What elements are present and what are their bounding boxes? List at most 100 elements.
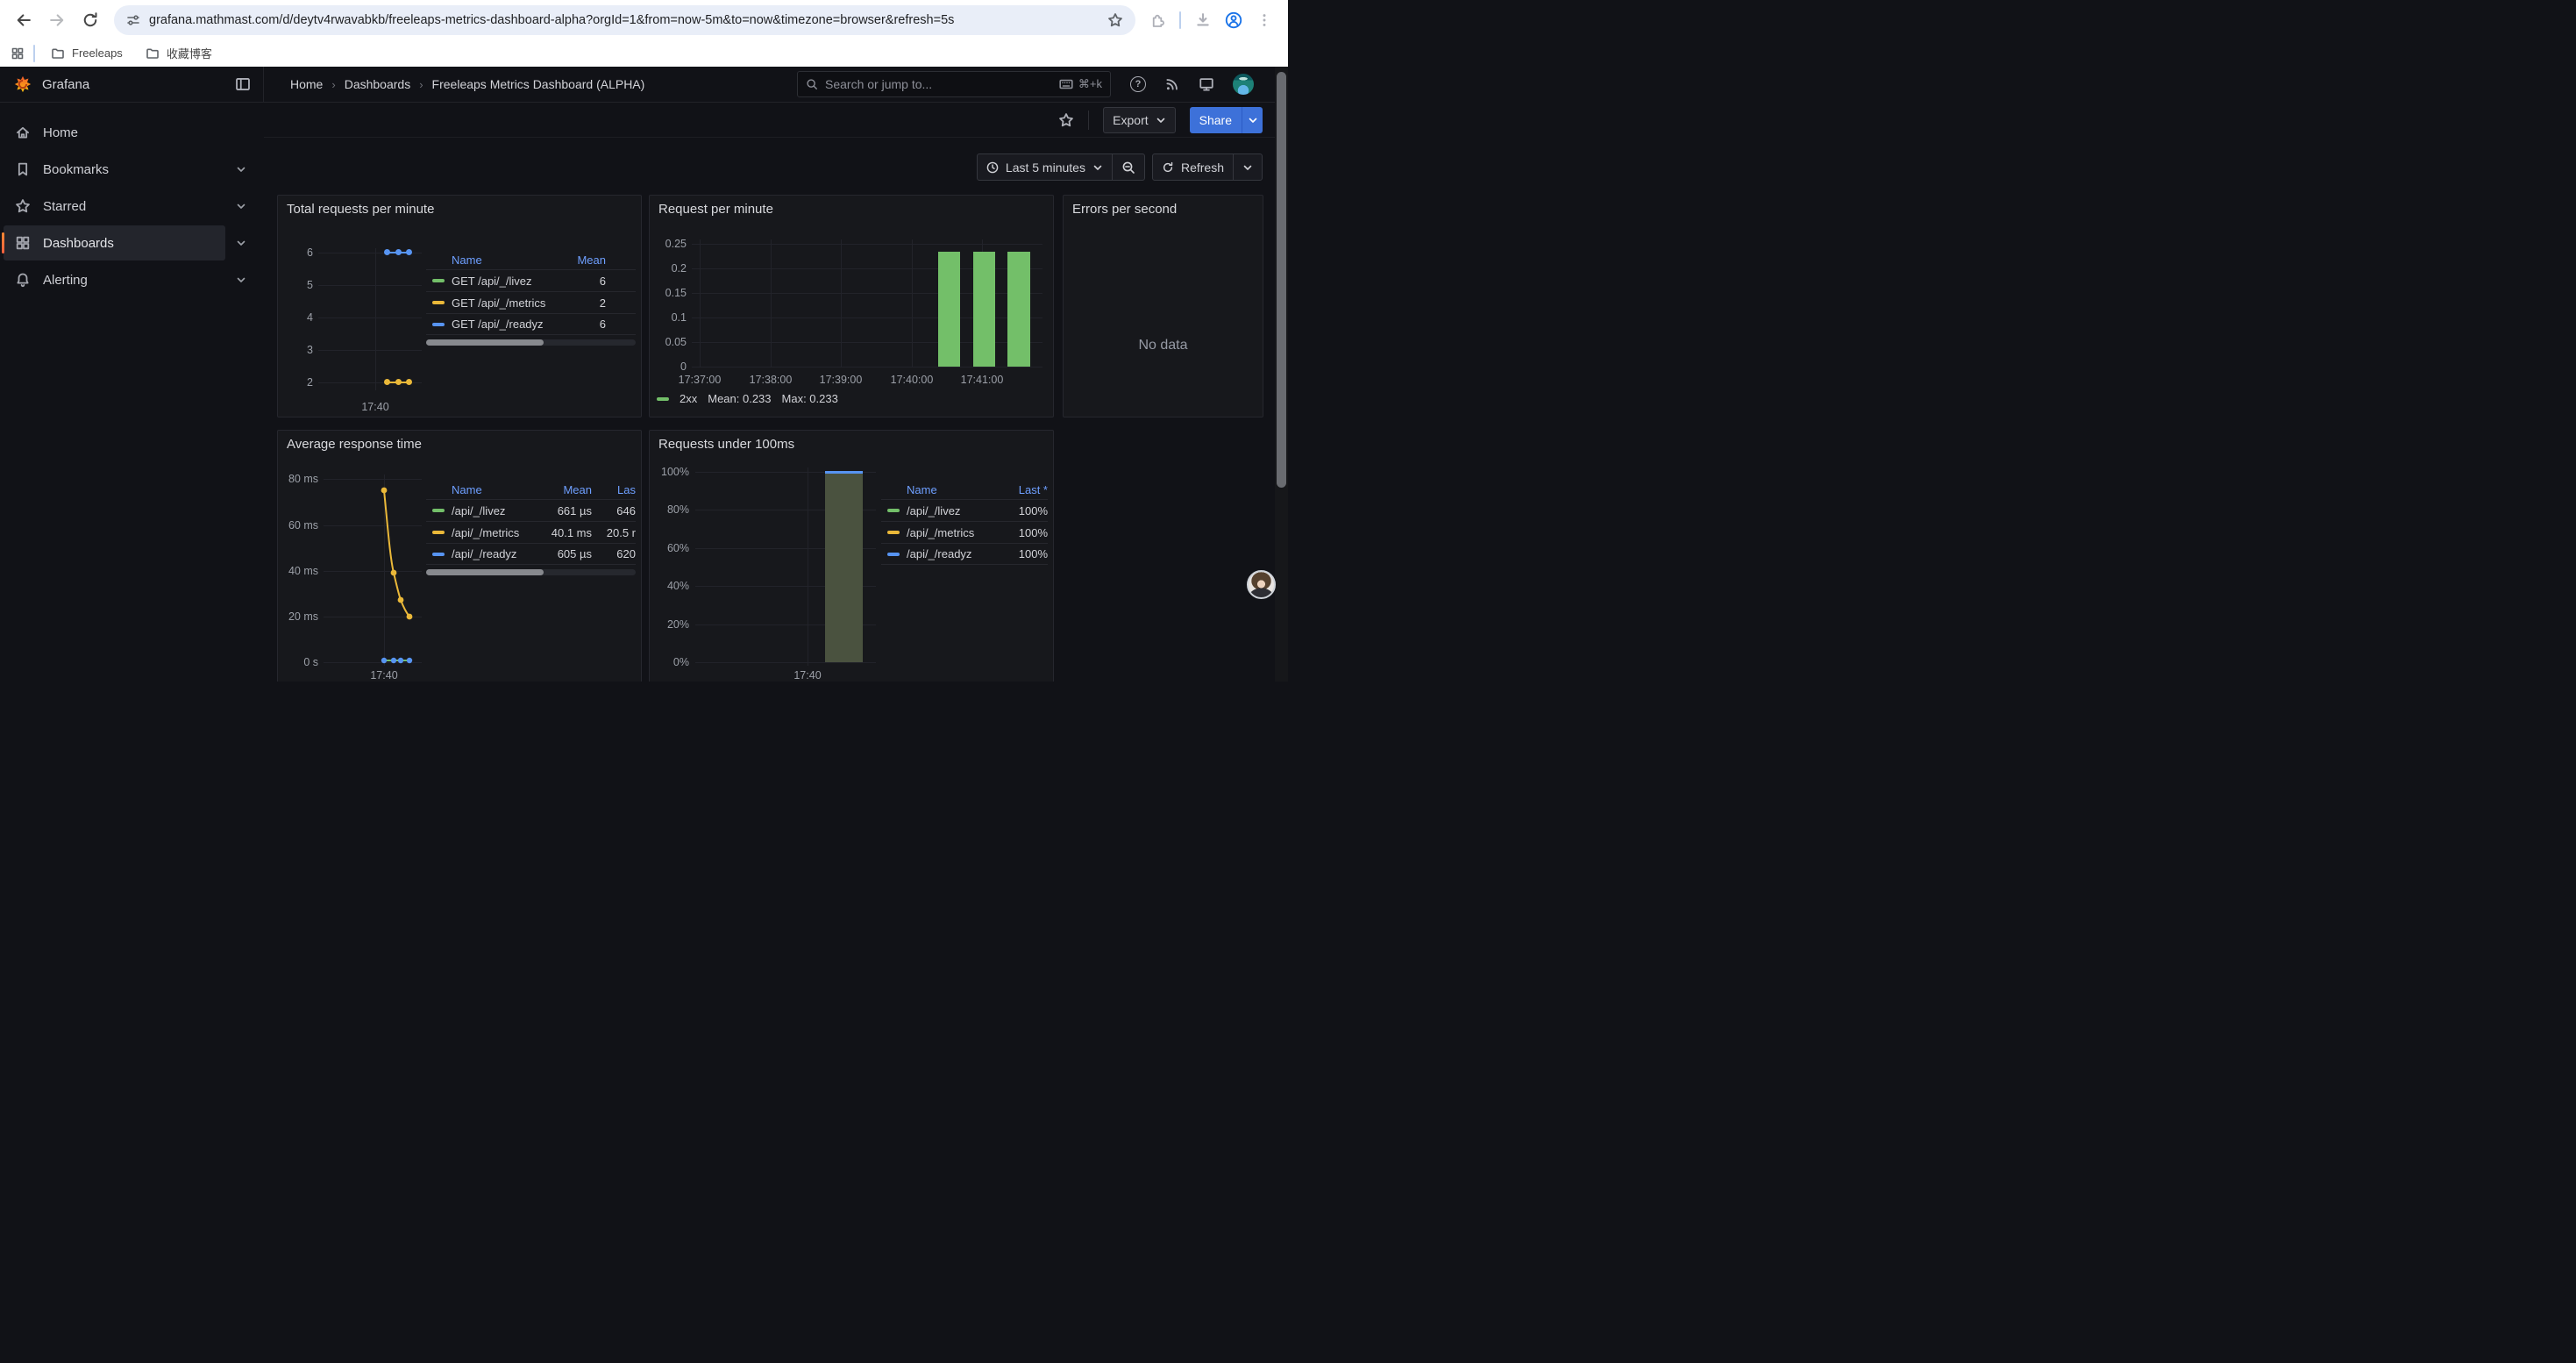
sidebar: Home Bookmarks Starred <box>0 103 264 682</box>
sidebar-item-label: Alerting <box>43 273 88 288</box>
y-tick: 4 <box>278 311 313 324</box>
sidebar-item-home[interactable]: Home <box>4 115 257 150</box>
legend-table: Name Mean Las /api/_/livez 661 µs 646 /a… <box>426 480 636 575</box>
series-color-pill <box>432 301 445 304</box>
scrollbar-thumb[interactable] <box>426 569 544 575</box>
panel-total-requests[interactable]: Total requests per minute 6 5 4 3 2 17:4… <box>277 195 642 417</box>
grafana-header: Grafana Home › Dashboards › Freeleaps Me… <box>0 67 1275 103</box>
legend-header-mean[interactable]: Mean <box>529 483 592 496</box>
chevron-down-icon[interactable] <box>225 189 257 224</box>
grafana-logo-icon[interactable] <box>14 75 32 93</box>
news-rss-icon[interactable] <box>1164 76 1180 92</box>
gridline <box>692 244 1042 245</box>
data-point <box>384 379 390 385</box>
bookmark-folder-freeleaps[interactable]: Freeleaps <box>44 44 130 63</box>
help-icon[interactable]: ? <box>1130 76 1146 92</box>
grafana-header-left: Grafana <box>0 67 264 102</box>
legend[interactable]: 2xx Mean: 0.233 Max: 0.233 <box>657 392 838 405</box>
grafana-app: Grafana Home › Dashboards › Freeleaps Me… <box>0 67 1288 682</box>
panel-request-per-minute[interactable]: Request per minute 0.25 0.2 0.15 0.1 0.0… <box>649 195 1054 417</box>
y-tick: 0% <box>650 656 689 668</box>
back-button[interactable] <box>9 5 39 35</box>
legend-row[interactable]: /api/_/readyz 605 µs 620 <box>426 543 636 565</box>
chevron-down-icon <box>1156 115 1166 125</box>
dashboard-grid: Total requests per minute 6 5 4 3 2 17:4… <box>264 181 1275 682</box>
forward-button[interactable] <box>42 5 72 35</box>
user-avatar[interactable] <box>1233 74 1254 95</box>
legend-row[interactable]: /api/_/livez 661 µs 646 <box>426 499 636 521</box>
legend-row[interactable]: GET /api/_/livez 6 <box>426 269 636 291</box>
export-button[interactable]: Export <box>1103 107 1175 133</box>
legend-scrollbar[interactable] <box>426 569 636 575</box>
chevron-down-icon[interactable] <box>225 225 257 260</box>
sidebar-item-dashboards[interactable]: Dashboards <box>4 225 225 260</box>
series-color-pill <box>432 279 445 282</box>
legend-table: Name Mean GET /api/_/livez 6 GET /api/_/… <box>426 250 636 346</box>
chevron-down-icon <box>1242 162 1253 173</box>
panel-errors-per-second[interactable]: Errors per second No data <box>1063 195 1263 417</box>
series-color-pill <box>887 509 900 512</box>
url-bar[interactable]: grafana.mathmast.com/d/deytv4rwavabkb/fr… <box>114 5 1135 35</box>
browser-actions <box>1144 11 1279 29</box>
extensions-icon[interactable] <box>1149 12 1165 28</box>
legend-header-mean[interactable]: Mean <box>553 253 606 267</box>
site-settings-icon[interactable] <box>126 13 140 27</box>
bookmark-star-icon[interactable] <box>1107 12 1123 28</box>
legend-header-last[interactable]: Last * <box>997 483 1048 496</box>
screen: grafana.mathmast.com/d/deytv4rwavabkb/fr… <box>0 0 1288 682</box>
y-tick: 2 <box>278 376 313 389</box>
legend-header-last[interactable]: Las <box>592 483 636 496</box>
chevron-down-icon <box>1248 115 1258 125</box>
legend-header-name[interactable]: Name <box>426 253 482 267</box>
legend-scrollbar[interactable] <box>426 339 636 346</box>
y-tick: 0.15 <box>650 287 687 299</box>
refresh-interval-dropdown[interactable] <box>1233 154 1262 180</box>
refresh-button[interactable]: Refresh <box>1153 154 1233 180</box>
panel-requests-under-100ms[interactable]: Requests under 100ms 100% 80% 60% 40% 20… <box>649 430 1054 682</box>
sidebar-item-bookmarks[interactable]: Bookmarks <box>4 152 225 187</box>
zoom-out-button[interactable] <box>1112 154 1144 180</box>
legend-header-name[interactable]: Name <box>426 483 529 496</box>
scrollbar-thumb[interactable] <box>1277 72 1286 488</box>
dashboards-grid-icon <box>15 235 31 251</box>
share-dropdown-button[interactable] <box>1242 107 1263 133</box>
share-button[interactable]: Share <box>1190 107 1242 133</box>
legend-row[interactable]: GET /api/_/readyz 6 <box>426 313 636 335</box>
browser-toolbar: grafana.mathmast.com/d/deytv4rwavabkb/fr… <box>0 0 1288 39</box>
time-range-picker[interactable]: Last 5 minutes <box>978 154 1112 180</box>
panel-avg-response-time[interactable]: Average response time 80 ms 60 ms 40 ms … <box>277 430 642 682</box>
legend-row[interactable]: GET /api/_/metrics 2 <box>426 291 636 313</box>
legend-row[interactable]: /api/_/metrics 100% <box>881 521 1048 543</box>
url-text[interactable]: grafana.mathmast.com/d/deytv4rwavabkb/fr… <box>149 13 1099 27</box>
apps-grid-icon[interactable] <box>11 46 25 61</box>
downloads-icon[interactable] <box>1195 12 1211 28</box>
breadcrumb-separator: › <box>331 78 335 91</box>
menu-kebab-icon[interactable] <box>1256 12 1272 28</box>
profile-icon[interactable] <box>1225 11 1242 29</box>
data-point <box>406 379 412 385</box>
breadcrumb-home[interactable]: Home <box>290 77 323 91</box>
series-color-pill <box>432 553 445 556</box>
sidebar-toggle-icon[interactable] <box>235 76 251 92</box>
share-button-group: Share <box>1190 107 1263 133</box>
legend-row[interactable]: /api/_/readyz 100% <box>881 543 1048 565</box>
scrollbar-thumb[interactable] <box>426 339 544 346</box>
favorite-star-icon[interactable] <box>1058 112 1074 128</box>
legend-row[interactable]: /api/_/metrics 40.1 ms 20.5 r <box>426 521 636 543</box>
reload-button[interactable] <box>75 5 105 35</box>
breadcrumb-dashboards[interactable]: Dashboards <box>345 77 411 91</box>
dashboard-toolbar: Export Share <box>264 103 1275 138</box>
bookmark-folder-blogs[interactable]: 收藏博客 <box>139 42 219 64</box>
legend-header-name[interactable]: Name <box>881 483 997 496</box>
sidebar-row-starred: Starred <box>4 189 257 224</box>
chevron-down-icon[interactable] <box>225 262 257 297</box>
search-input[interactable]: Search or jump to... ⌘+k <box>797 71 1111 97</box>
sidebar-item-starred[interactable]: Starred <box>4 189 225 224</box>
sidebar-item-alerting[interactable]: Alerting <box>4 262 225 297</box>
floating-avatar[interactable] <box>1247 570 1276 599</box>
legend-header: Name Mean <box>426 250 636 269</box>
chevron-down-icon[interactable] <box>225 152 257 187</box>
page-scrollbar[interactable] <box>1275 67 1288 682</box>
legend-row[interactable]: /api/_/livez 100% <box>881 499 1048 521</box>
kiosk-monitor-icon[interactable] <box>1199 76 1214 92</box>
